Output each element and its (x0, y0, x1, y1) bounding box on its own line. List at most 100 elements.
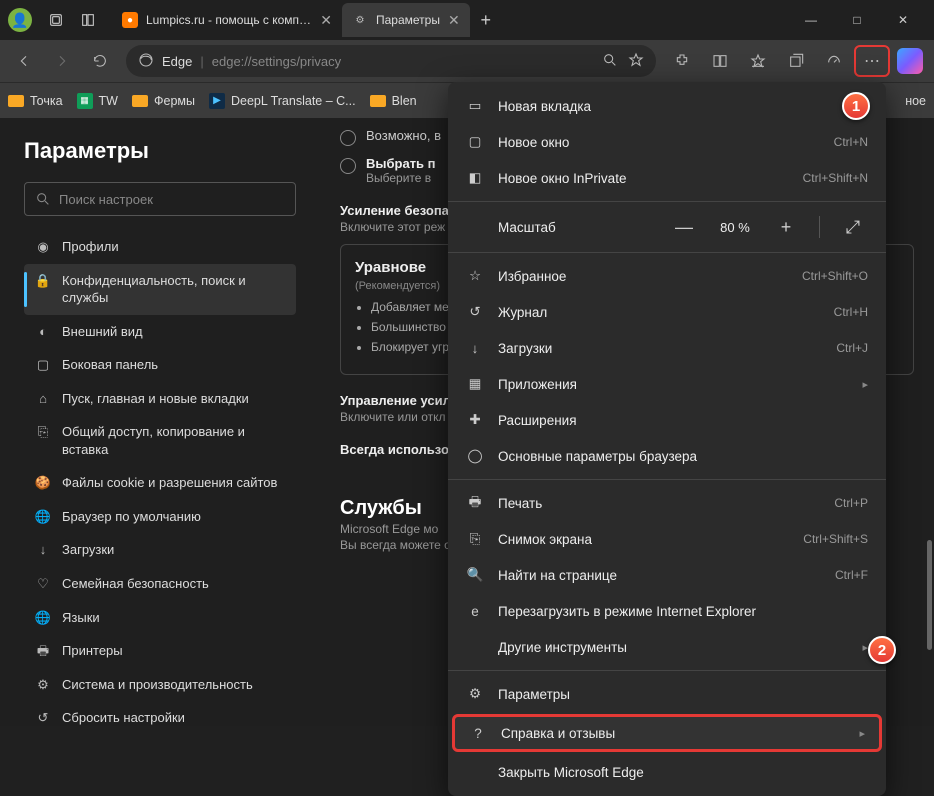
menu-separator (448, 252, 886, 253)
sidebar-item[interactable]: 🔒Конфиденциальность, поиск и службы (24, 264, 296, 315)
ie-icon: e (466, 604, 484, 619)
sidebar-item[interactable]: ↓Загрузки (24, 533, 296, 567)
menu-ie-mode[interactable]: eПерезагрузить в режиме Internet Explore… (448, 593, 886, 629)
radio-icon[interactable] (340, 130, 356, 146)
close-button[interactable]: ✕ (880, 4, 926, 36)
close-icon[interactable]: ✕ (448, 12, 460, 29)
search-icon: 🔍 (466, 567, 484, 583)
scrollbar-thumb[interactable] (927, 540, 932, 650)
refresh-button[interactable] (82, 45, 118, 77)
nav-label: Языки (62, 609, 100, 627)
nav-icon: 🍪 (34, 474, 52, 492)
radio-icon[interactable] (340, 158, 356, 174)
bookmark-item[interactable]: Точка (8, 93, 63, 109)
search-input[interactable]: Поиск настроек (24, 182, 296, 216)
sidebar-item[interactable]: ◐Внешний вид (24, 315, 296, 349)
star-icon: ☆ (466, 268, 484, 284)
menu-close-edge[interactable]: Закрыть Microsoft Edge (448, 754, 886, 790)
bookmark-label: Точка (30, 94, 63, 108)
bookmark-item[interactable]: Blen (370, 93, 417, 109)
profile-avatar[interactable]: 👤 (8, 8, 32, 32)
tab-strip: ● Lumpics.ru - помощь с компьюте ✕ ⚙ Пар… (112, 0, 788, 40)
minimize-button[interactable]: — (788, 4, 834, 36)
address-bar[interactable]: Edge | edge://settings/privacy (126, 45, 656, 77)
annotation-badge-2: 2 (868, 636, 896, 664)
tab-title: Lumpics.ru - помощь с компьюте (146, 13, 312, 27)
nav-icon: 🌐 (34, 609, 52, 627)
sidebar-item[interactable]: ⎘ Общий доступ, копирование и вставка (24, 415, 296, 466)
inprivate-icon: ◧ (466, 170, 484, 186)
nav-icon: ♡ (34, 575, 52, 593)
menu-find[interactable]: 🔍Найти на страницеCtrl+F (448, 557, 886, 593)
menu-inprivate[interactable]: ◧Новое окно InPrivateCtrl+Shift+N (448, 160, 886, 196)
more-menu-button[interactable]: ⋯ (854, 45, 890, 77)
sidebar-item[interactable]: ⚙Система и производительность (24, 668, 296, 702)
collections-icon[interactable] (778, 45, 814, 77)
nav-icon: ⎘ (34, 423, 52, 441)
nav-icon: 🖶 (34, 642, 52, 660)
close-icon[interactable]: ✕ (320, 12, 332, 29)
back-button[interactable] (6, 45, 42, 77)
help-icon: ? (469, 726, 487, 741)
performance-icon[interactable] (816, 45, 852, 77)
sidebar-item[interactable]: 🖶Принтеры (24, 634, 296, 668)
option-label: Возможно, в (366, 128, 441, 143)
menu-favorites[interactable]: ☆ИзбранноеCtrl+Shift+O (448, 258, 886, 294)
essentials-icon: ◯ (466, 448, 484, 464)
bookmark-item[interactable]: ▦TW (77, 93, 118, 109)
menu-screenshot[interactable]: ⎘Снимок экранаCtrl+Shift+S (448, 521, 886, 557)
bookmark-label: ное (905, 94, 926, 108)
vertical-tabs-icon[interactable] (72, 4, 104, 36)
tab-title: Параметры (376, 13, 440, 27)
menu-new-window[interactable]: ▢Новое окноCtrl+N (448, 124, 886, 160)
window-icon: ▢ (466, 134, 484, 150)
workspaces-icon[interactable] (40, 4, 72, 36)
new-tab-button[interactable]: + (470, 4, 502, 36)
menu-downloads[interactable]: ↓ЗагрузкиCtrl+J (448, 330, 886, 366)
split-icon[interactable] (702, 45, 738, 77)
sidebar-item[interactable]: ◉ Профили (24, 230, 296, 264)
menu-settings[interactable]: ⚙Параметры (448, 676, 886, 712)
favorites-icon[interactable] (740, 45, 776, 77)
search-icon (35, 191, 51, 207)
bookmark-label: DeepL Translate – С... (231, 94, 356, 108)
nav-icon: 🌐 (34, 508, 52, 526)
nav-label: Загрузки (62, 541, 114, 559)
menu-history[interactable]: ↺ЖурналCtrl+H (448, 294, 886, 330)
sidebar-item[interactable]: ▢Боковая панель (24, 348, 296, 382)
bookmark-overflow[interactable]: ное (905, 94, 926, 108)
nav-label: Профили (62, 238, 119, 256)
zoom-out-button[interactable]: — (669, 212, 699, 242)
screenshot-icon: ⎘ (466, 531, 484, 547)
sidebar-item[interactable]: 🍪Файлы cookie и разрешения сайтов (24, 466, 296, 500)
menu-separator (448, 670, 886, 671)
fullscreen-button[interactable]: ⤢ (838, 212, 868, 242)
menu-help[interactable]: ?Справка и отзывы▸ (452, 714, 882, 752)
menu-apps[interactable]: ▦Приложения▸ (448, 366, 886, 402)
nav-icon: ◉ (34, 238, 52, 256)
nav-label: Общий доступ, копирование и вставка (62, 423, 286, 458)
extensions-icon[interactable] (664, 45, 700, 77)
sidebar-item[interactable]: ♡Семейная безопасность (24, 567, 296, 601)
sidebar-item[interactable]: ⌂Пуск, главная и новые вкладки (24, 382, 296, 416)
menu-more-tools[interactable]: Другие инструменты▸ (448, 629, 886, 665)
bookmark-item[interactable]: Фермы (132, 93, 195, 109)
star-icon[interactable] (628, 52, 644, 71)
zoom-in-button[interactable]: + (771, 212, 801, 242)
tab-lumpics[interactable]: ● Lumpics.ru - помощь с компьюте ✕ (112, 3, 342, 37)
menu-separator (448, 479, 886, 480)
copilot-button[interactable] (892, 45, 928, 77)
bookmark-item[interactable]: ▶DeepL Translate – С... (209, 93, 356, 109)
download-icon: ↓ (466, 341, 484, 356)
maximize-button[interactable]: □ (834, 4, 880, 36)
menu-print[interactable]: 🖶ПечатьCtrl+P (448, 485, 886, 521)
sidebar-item[interactable]: 🌐Браузер по умолчанию (24, 500, 296, 534)
menu-extensions[interactable]: ✚Расширения (448, 402, 886, 438)
menu-new-tab[interactable]: ▭Новая вкладка (448, 88, 886, 124)
gear-icon: ⚙ (466, 686, 484, 702)
search-icon[interactable] (602, 52, 618, 71)
menu-essentials[interactable]: ◯Основные параметры браузера (448, 438, 886, 474)
sidebar-item[interactable]: 🌐 Языки (24, 601, 296, 635)
sidebar-item[interactable]: ↺Сбросить настройки (24, 701, 296, 726)
tab-settings[interactable]: ⚙ Параметры ✕ (342, 3, 470, 37)
